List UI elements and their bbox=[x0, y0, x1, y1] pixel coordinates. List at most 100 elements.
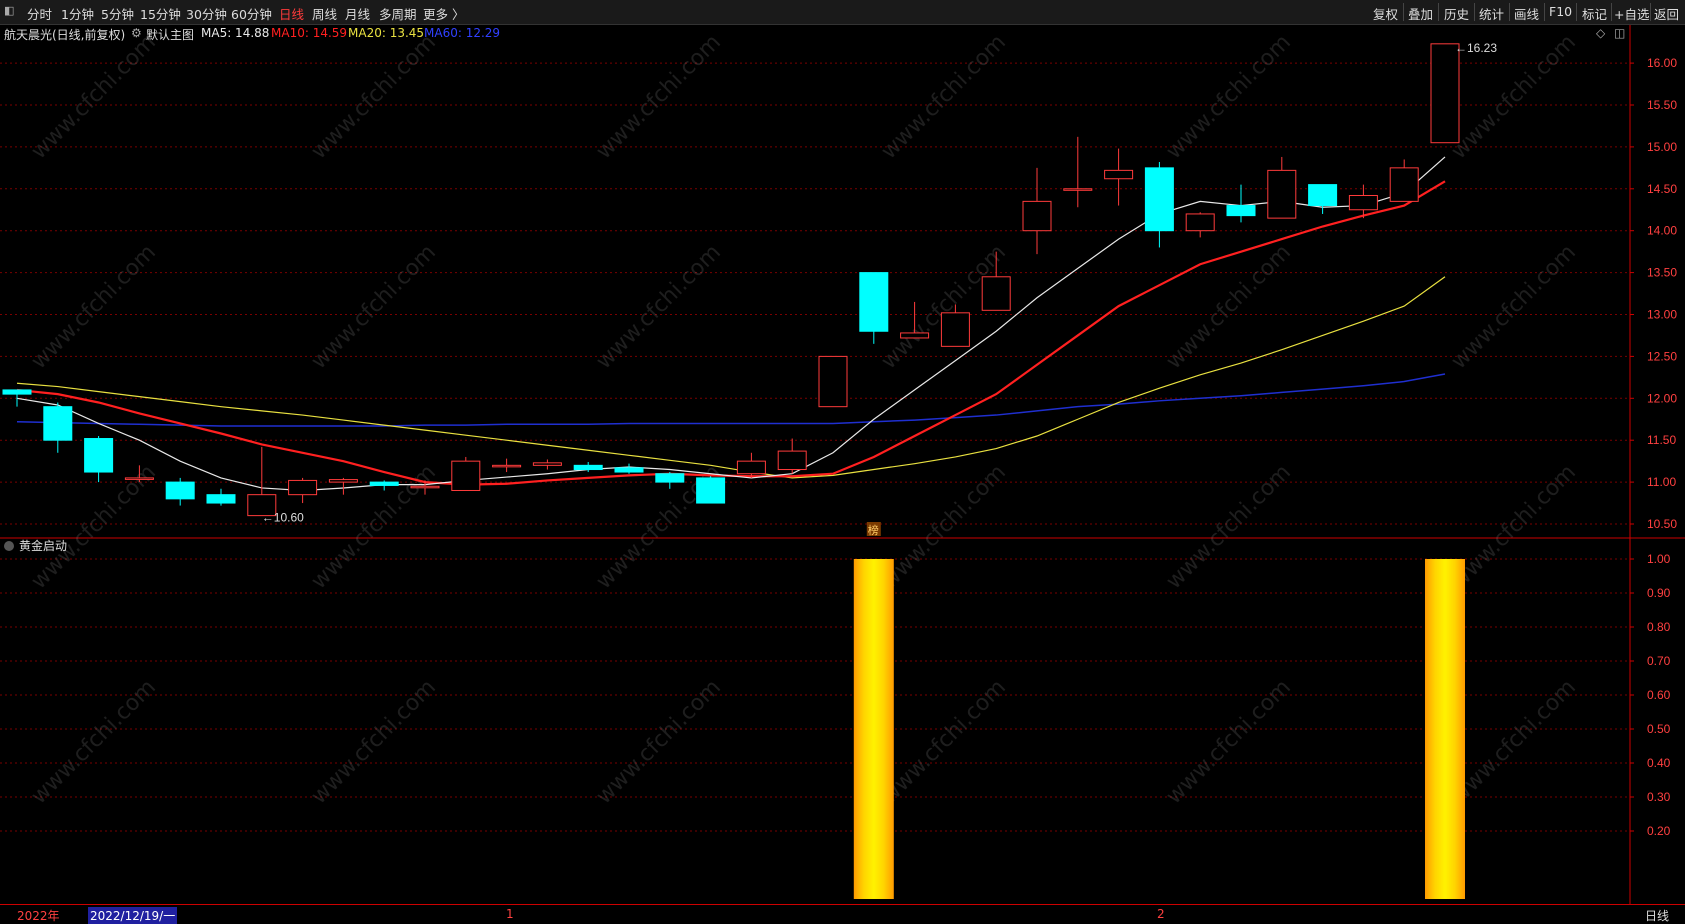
y-tick-label: 0.20 bbox=[1647, 824, 1671, 838]
candle bbox=[451, 456, 481, 491]
candle-body bbox=[532, 462, 562, 466]
candle bbox=[1063, 136, 1093, 208]
watermark-text: www.cfchi.com bbox=[27, 240, 161, 374]
watermark-text: www.cfchi.com bbox=[592, 240, 726, 374]
watermark-text: www.cfchi.com bbox=[307, 240, 441, 374]
y-tick-label: 14.50 bbox=[1647, 182, 1677, 196]
candle-body bbox=[84, 438, 114, 473]
watermark-text: www.cfchi.com bbox=[27, 460, 161, 594]
candle bbox=[655, 472, 685, 489]
candle-body bbox=[1308, 184, 1338, 207]
candle-body bbox=[900, 332, 930, 339]
candle bbox=[1022, 167, 1052, 255]
y-tick-label: 13.00 bbox=[1647, 308, 1677, 322]
y-tick-label: 16.00 bbox=[1647, 56, 1677, 70]
y-tick-label: 0.50 bbox=[1647, 722, 1671, 736]
cursor-date-label: 2022/12/19/一 bbox=[88, 907, 178, 924]
watermark-text: www.cfchi.com bbox=[877, 460, 1011, 594]
candle bbox=[165, 477, 195, 506]
candle bbox=[1104, 148, 1134, 206]
candle-body bbox=[1022, 200, 1052, 232]
candle bbox=[247, 446, 277, 517]
candle-body bbox=[165, 481, 195, 500]
candle-body bbox=[1226, 205, 1256, 217]
candle bbox=[777, 438, 807, 474]
y-tick-label: 14.00 bbox=[1647, 224, 1677, 238]
y-tick-label: 15.50 bbox=[1647, 98, 1677, 112]
y-tick-label: 12.00 bbox=[1647, 391, 1677, 405]
candle-body bbox=[43, 406, 73, 441]
candle-body bbox=[655, 473, 685, 483]
y-tick-label: 0.60 bbox=[1647, 688, 1671, 702]
candle-body bbox=[2, 389, 32, 395]
y-tick-label: 11.50 bbox=[1647, 433, 1676, 447]
candle-body bbox=[206, 494, 236, 504]
year-label: 2022年 bbox=[17, 909, 60, 923]
candle bbox=[84, 436, 114, 483]
max-price-marker: ←16.23 bbox=[1455, 41, 1497, 55]
candle-body bbox=[696, 477, 726, 504]
watermark-text: www.cfchi.com bbox=[27, 30, 161, 164]
candle bbox=[696, 476, 726, 504]
candle-body bbox=[328, 479, 358, 483]
candle bbox=[492, 458, 522, 473]
candle bbox=[818, 355, 848, 408]
candle bbox=[1430, 43, 1460, 144]
candle-body bbox=[940, 312, 970, 347]
time-axis: 2022年 2022/12/19/一 1 2 日线 bbox=[0, 904, 1685, 924]
watermark-text: www.cfchi.com bbox=[1162, 30, 1296, 164]
candle bbox=[43, 402, 73, 453]
kline-chart[interactable]: 16.00 15.50 15.00 14.50 14.00 13.50 13.00 12.50… bbox=[0, 0, 1685, 923]
candle-body bbox=[410, 485, 440, 489]
candle bbox=[288, 477, 318, 504]
candle bbox=[532, 459, 562, 470]
candle bbox=[1308, 184, 1338, 214]
candle bbox=[206, 488, 236, 506]
candle-body bbox=[777, 450, 807, 471]
watermark-text: www.cfchi.com bbox=[1447, 460, 1581, 594]
y-tick-label: 13.50 bbox=[1647, 266, 1677, 280]
candle-body bbox=[124, 477, 154, 480]
candle bbox=[1185, 212, 1215, 238]
watermark-text: www.cfchi.com bbox=[1162, 460, 1296, 594]
period-label: 日线 bbox=[1645, 909, 1670, 923]
y-tick-label: 1.00 bbox=[1647, 552, 1671, 566]
candle bbox=[736, 452, 766, 478]
candle-body bbox=[288, 479, 318, 496]
candle bbox=[859, 272, 889, 344]
y-tick-label: 15.00 bbox=[1647, 140, 1677, 154]
indicator-title: 黄金启动 bbox=[19, 538, 67, 553]
indicator-grid: 1.00 0.90 0.80 0.70 0.60 0.50 0.40 0.30 0.20 bbox=[0, 552, 1671, 838]
y-tick-label: 11.00 bbox=[1647, 475, 1676, 489]
candle bbox=[1389, 159, 1419, 202]
candle-body bbox=[451, 460, 481, 491]
y-tick-label: 0.90 bbox=[1647, 586, 1671, 600]
candle bbox=[328, 477, 358, 495]
candle-body bbox=[818, 355, 848, 408]
month-label-1: 1 bbox=[506, 907, 514, 921]
watermark-text: www.cfchi.com bbox=[877, 30, 1011, 164]
y-tick-label: 0.70 bbox=[1647, 654, 1671, 668]
candle-body bbox=[1348, 195, 1378, 211]
ma60-line bbox=[16, 373, 1446, 427]
event-badge: 榜 bbox=[868, 523, 879, 537]
y-tick-label: 10.50 bbox=[1647, 517, 1677, 531]
candle-body bbox=[736, 460, 766, 475]
main-grid: 16.00 15.50 15.00 14.50 14.00 13.50 13.00 12.50… bbox=[0, 56, 1677, 531]
candle bbox=[614, 463, 644, 474]
candle-body bbox=[614, 467, 644, 473]
y-tick-label: 0.80 bbox=[1647, 620, 1671, 634]
y-tick-label: 0.40 bbox=[1647, 756, 1671, 770]
candle-body bbox=[492, 464, 522, 468]
candle-body bbox=[1267, 169, 1297, 219]
candle-body bbox=[859, 272, 889, 332]
watermark-text: www.cfchi.com bbox=[1447, 240, 1581, 374]
candle bbox=[1226, 184, 1256, 223]
candle-body bbox=[1389, 167, 1419, 202]
candle-body bbox=[1185, 213, 1215, 232]
candle-body bbox=[1104, 169, 1134, 180]
candle-body bbox=[1063, 188, 1093, 191]
ma10-line bbox=[16, 180, 1446, 486]
candle-body bbox=[981, 276, 1011, 311]
y-tick-label: 12.50 bbox=[1647, 349, 1677, 363]
